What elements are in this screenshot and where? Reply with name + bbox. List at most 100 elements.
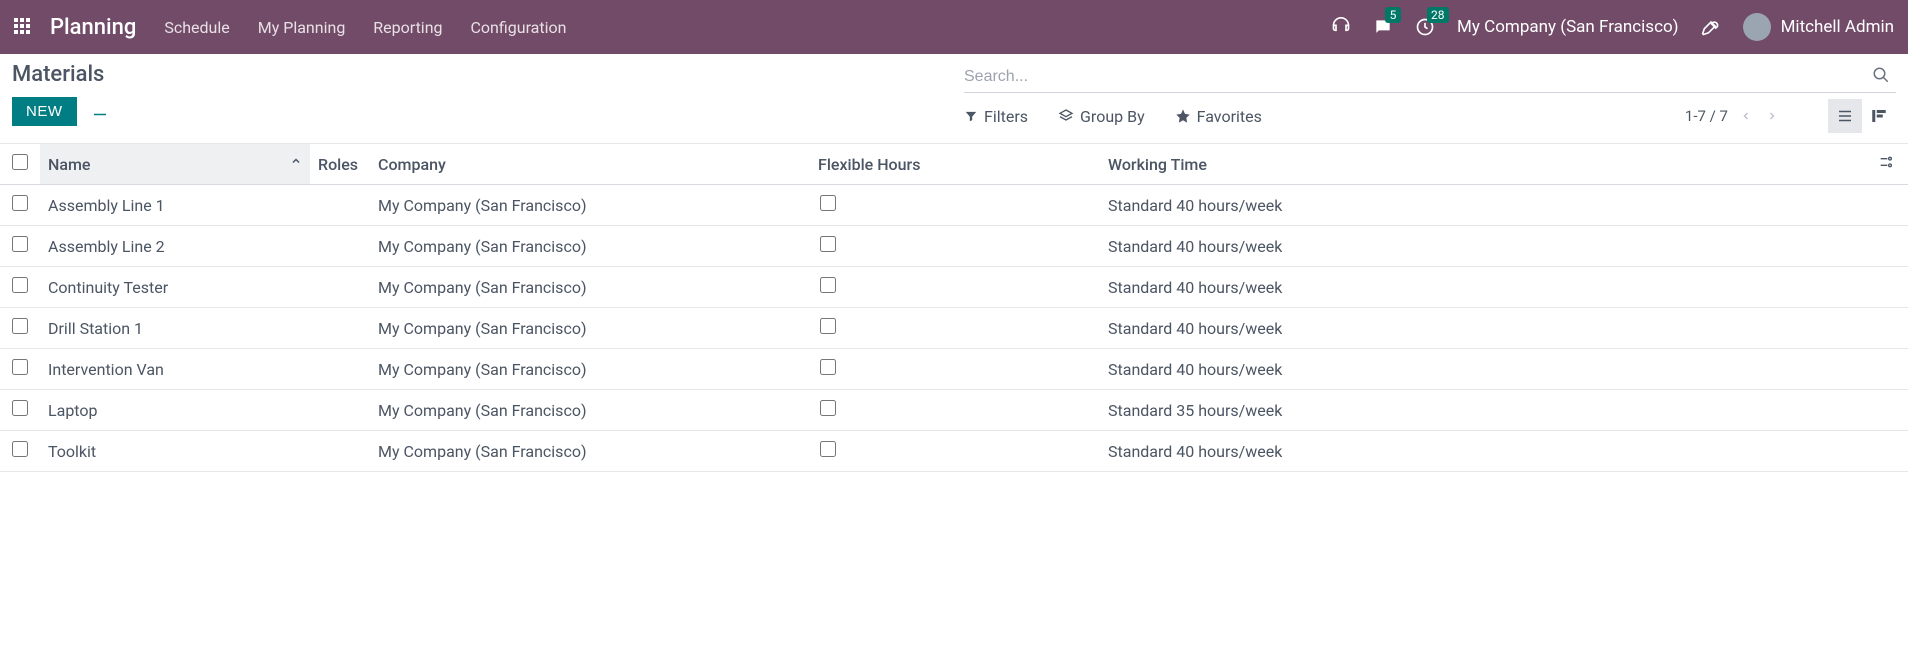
col-name[interactable]: Name [40,144,310,185]
col-settings[interactable] [1868,144,1908,185]
table-row[interactable]: Drill Station 1 My Company (San Francisc… [0,308,1908,349]
table-row[interactable]: Assembly Line 1 My Company (San Francisc… [0,185,1908,226]
search-bar [964,62,1896,93]
cell-name: Assembly Line 1 [40,185,310,226]
nav-reporting[interactable]: Reporting [373,18,442,37]
cell-name: Continuity Tester [40,267,310,308]
row-checkbox[interactable] [12,400,28,416]
table-header-row: Name Roles Company Flexible Hours Workin… [0,144,1908,185]
row-checkbox[interactable] [12,441,28,457]
cell-roles [310,431,370,472]
flexible-checkbox[interactable] [820,195,836,211]
filters-button[interactable]: Filters [964,107,1028,126]
cell-name: Assembly Line 2 [40,226,310,267]
col-company[interactable]: Company [370,144,810,185]
cell-roles [310,349,370,390]
cell-working: Standard 40 hours/week [1100,185,1868,226]
page-title: Materials [12,62,944,87]
pager-next-icon[interactable] [1764,106,1780,127]
user-name: Mitchell Admin [1781,17,1894,37]
table-row[interactable]: Toolkit My Company (San Francisco) Stand… [0,431,1908,472]
col-roles[interactable]: Roles [310,144,370,185]
row-checkbox[interactable] [12,277,28,293]
systray: 5 28 My Company (San Francisco) Mitchell… [1331,13,1894,41]
filters-label: Filters [984,107,1028,126]
flexible-checkbox[interactable] [820,359,836,375]
groupby-label: Group By [1080,107,1145,126]
search-input[interactable] [964,68,1866,86]
cell-name: Toolkit [40,431,310,472]
flexible-checkbox[interactable] [820,400,836,416]
search-icon[interactable] [1866,66,1896,88]
cell-company: My Company (San Francisco) [370,431,810,472]
cell-working: Standard 35 hours/week [1100,390,1868,431]
table-row[interactable]: Laptop My Company (San Francisco) Standa… [0,390,1908,431]
nav-my-planning[interactable]: My Planning [258,18,346,37]
cell-name: Laptop [40,390,310,431]
cell-company: My Company (San Francisco) [370,349,810,390]
row-checkbox[interactable] [12,195,28,211]
toolbar: Filters Group By Favorites 1-7 / 7 [964,99,1896,133]
select-all-checkbox[interactable] [12,154,28,170]
flexible-checkbox[interactable] [820,318,836,334]
cell-roles [310,226,370,267]
apps-icon[interactable] [14,18,32,36]
cell-company: My Company (San Francisco) [370,226,810,267]
cell-working: Standard 40 hours/week [1100,308,1868,349]
gantt-view-button[interactable] [1862,99,1896,133]
app-brand[interactable]: Planning [50,15,136,40]
cell-roles [310,308,370,349]
company-switcher[interactable]: My Company (San Francisco) [1457,17,1679,37]
view-switcher [1828,99,1896,133]
messages-badge: 5 [1385,7,1401,23]
groupby-button[interactable]: Group By [1058,107,1145,126]
list-view-button[interactable] [1828,99,1862,133]
flexible-checkbox[interactable] [820,236,836,252]
pager: 1-7 / 7 [1685,106,1780,127]
col-name-label: Name [48,155,90,174]
messages-icon[interactable]: 5 [1373,17,1393,37]
col-working[interactable]: Working Time [1100,144,1868,185]
topbar: Planning Schedule My Planning Reporting … [0,0,1908,54]
user-menu[interactable]: Mitchell Admin [1743,13,1894,41]
pager-prev-icon[interactable] [1738,106,1754,127]
cell-roles [310,185,370,226]
row-checkbox[interactable] [12,318,28,334]
new-button[interactable]: NEW [12,97,77,126]
cell-working: Standard 40 hours/week [1100,226,1868,267]
table-body: Assembly Line 1 My Company (San Francisc… [0,185,1908,472]
activities-badge: 28 [1427,7,1449,23]
cell-company: My Company (San Francisco) [370,185,810,226]
flexible-checkbox[interactable] [820,277,836,293]
voip-icon[interactable] [1331,17,1351,37]
favorites-button[interactable]: Favorites [1175,107,1262,126]
pager-text[interactable]: 1-7 / 7 [1685,107,1728,125]
download-icon[interactable] [91,101,109,123]
favorites-label: Favorites [1197,107,1262,126]
materials-table: Name Roles Company Flexible Hours Workin… [0,143,1908,472]
cell-roles [310,390,370,431]
cell-name: Drill Station 1 [40,308,310,349]
cell-working: Standard 40 hours/week [1100,267,1868,308]
cell-company: My Company (San Francisco) [370,390,810,431]
table-row[interactable]: Assembly Line 2 My Company (San Francisc… [0,226,1908,267]
cell-name: Intervention Van [40,349,310,390]
cell-roles [310,267,370,308]
avatar [1743,13,1771,41]
nav-links: Schedule My Planning Reporting Configura… [164,18,566,37]
flexible-checkbox[interactable] [820,441,836,457]
row-checkbox[interactable] [12,359,28,375]
control-panel: Materials NEW Filters Group By [0,54,1908,137]
cell-working: Standard 40 hours/week [1100,349,1868,390]
cell-working: Standard 40 hours/week [1100,431,1868,472]
row-checkbox[interactable] [12,236,28,252]
activities-icon[interactable]: 28 [1415,17,1435,37]
table-row[interactable]: Intervention Van My Company (San Francis… [0,349,1908,390]
nav-schedule[interactable]: Schedule [164,18,229,37]
table-row[interactable]: Continuity Tester My Company (San Franci… [0,267,1908,308]
debug-icon[interactable] [1701,17,1721,37]
nav-configuration[interactable]: Configuration [471,18,567,37]
cell-company: My Company (San Francisco) [370,267,810,308]
sort-asc-icon [290,155,302,171]
col-flexible[interactable]: Flexible Hours [810,144,1100,185]
